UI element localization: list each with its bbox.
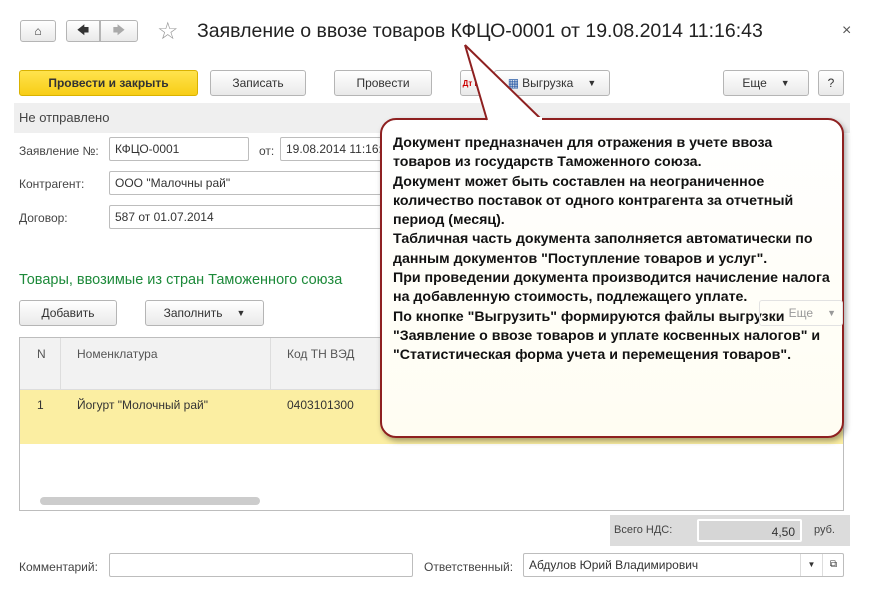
number-field[interactable]: КФЦО-0001 <box>109 137 249 161</box>
chevron-down-icon: ▼ <box>827 308 836 318</box>
column-header-name[interactable]: Номенклатура <box>77 347 158 361</box>
post-button[interactable]: Провести <box>334 70 432 96</box>
horizontal-scrollbar[interactable] <box>40 497 260 505</box>
chevron-down-icon: ▼ <box>587 78 597 88</box>
responsible-field[interactable]: Абдулов Юрий Владимирович ▼ ⧉ <box>523 553 844 577</box>
callout-line: Документ может быть составлен на неогран… <box>393 173 794 229</box>
post-and-close-button[interactable]: Провести и закрыть <box>19 70 198 96</box>
section-title: Товары, ввозимые из стран Таможенного со… <box>19 272 343 288</box>
responsible-label: Ответственный: <box>424 560 514 574</box>
contractor-label: Контрагент: <box>19 177 85 191</box>
callout-line: Документ предназначен для отражения в уч… <box>393 135 773 171</box>
more-button[interactable]: Еще ▼ <box>723 70 809 96</box>
contractor-field[interactable]: ООО "Малочны рай" <box>109 171 399 195</box>
date-label: от: <box>259 144 275 158</box>
column-header-n[interactable]: N <box>37 347 46 361</box>
help-button[interactable]: ? <box>818 70 844 96</box>
cell-name: Йогурт "Молочный рай" <box>77 398 208 412</box>
number-label: Заявление №: <box>19 144 99 158</box>
fill-button[interactable]: Заполнить ▼ <box>145 300 264 326</box>
save-button[interactable]: Записать <box>210 70 306 96</box>
home-button[interactable]: ⌂ <box>20 20 56 42</box>
callout-pointer-join <box>488 117 542 123</box>
callout-line: Табличная часть документа заполняется ав… <box>393 231 813 267</box>
currency-label: руб. <box>814 524 835 536</box>
arrow-left-icon: 🡄 <box>76 22 90 37</box>
contract-field[interactable]: 587 от 01.07.2014 <box>109 205 399 229</box>
dropdown-button[interactable]: ▼ <box>800 554 822 576</box>
forward-button[interactable]: 🡆 <box>100 20 138 42</box>
home-icon: ⌂ <box>34 24 42 38</box>
open-icon[interactable]: ⧉ <box>822 554 843 576</box>
column-header-code[interactable]: Код ТН ВЭД <box>287 347 354 361</box>
star-icon[interactable]: ☆ <box>157 17 179 46</box>
back-button[interactable]: 🡄 <box>66 20 100 42</box>
comment-field[interactable] <box>109 553 413 577</box>
cell-n: 1 <box>37 398 44 412</box>
help-callout: Документ предназначен для отражения в уч… <box>380 118 844 438</box>
add-button[interactable]: Добавить <box>19 300 117 326</box>
table-more-button[interactable]: Еще ▼ <box>759 300 843 326</box>
cell-code: 0403101300 <box>287 398 354 412</box>
vat-label: Всего НДС: <box>614 524 673 536</box>
chevron-down-icon: ▼ <box>236 308 246 318</box>
chevron-down-icon: ▼ <box>780 78 790 88</box>
contract-label: Договор: <box>19 211 68 225</box>
close-button[interactable]: × <box>842 22 851 40</box>
vat-field: 4,50 <box>697 519 802 542</box>
date-field[interactable]: 19.08.2014 11:16:43 <box>280 137 390 161</box>
callout-pointer <box>464 44 543 121</box>
arrow-right-icon: 🡆 <box>112 22 126 37</box>
comment-label: Комментарий: <box>19 560 98 574</box>
status-text: Не отправлено <box>19 110 110 125</box>
